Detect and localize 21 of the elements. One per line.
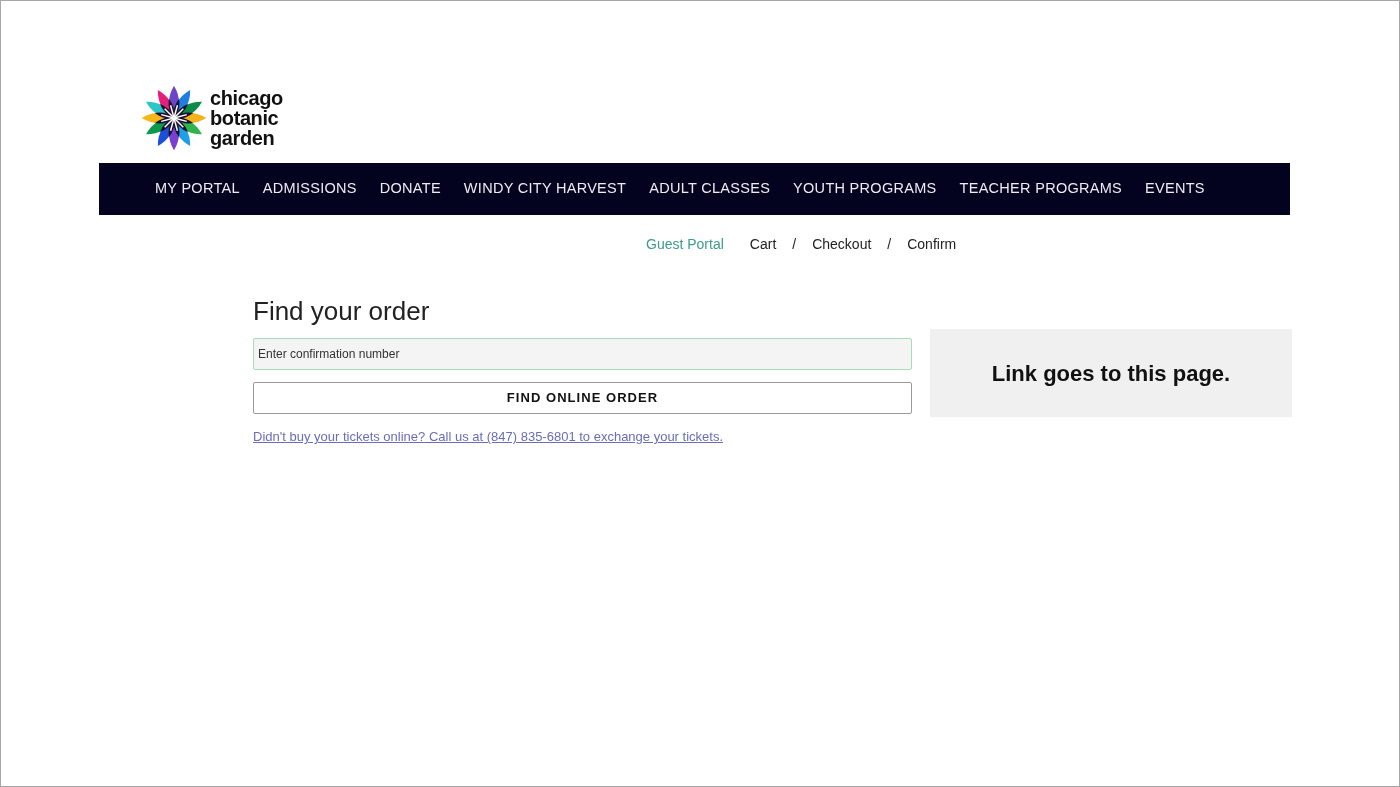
step-separator: /: [792, 235, 797, 254]
nav-link[interactable]: MY PORTAL: [155, 178, 240, 200]
flower-logo-icon: [141, 85, 207, 151]
nav-link[interactable]: TEACHER PROGRAMS: [959, 178, 1123, 200]
exchange-tickets-link[interactable]: Didn't buy your tickets online? Call us at (847) 835-6801 to exchange your tickets.: [253, 427, 912, 447]
nav-link[interactable]: EVENTS: [1145, 178, 1205, 200]
nav-link[interactable]: YOUTH PROGRAMS: [793, 178, 937, 200]
step-separator: /: [887, 235, 892, 254]
checkout-step: Cart: [749, 234, 777, 255]
nav-link[interactable]: ADMISSIONS: [262, 178, 357, 200]
nav-link[interactable]: WINDY CITY HARVEST: [463, 178, 627, 200]
page-heading: Find your order: [253, 295, 431, 327]
confirmation-number-field[interactable]: Enter confirmation number: [253, 338, 912, 370]
checkout-step: Checkout: [812, 234, 872, 255]
checkout-step: Confirm: [907, 234, 957, 255]
find-online-order-button[interactable]: FIND ONLINE ORDER: [253, 382, 912, 414]
callout-text: Link goes to this page.: [991, 359, 1231, 388]
logo-wordmark: chicago botanic garden: [210, 88, 283, 148]
guest-portal-link[interactable]: Guest Portal: [646, 234, 724, 255]
nav-link[interactable]: DONATE: [379, 178, 441, 200]
nav-link[interactable]: ADULT CLASSES: [649, 178, 771, 200]
